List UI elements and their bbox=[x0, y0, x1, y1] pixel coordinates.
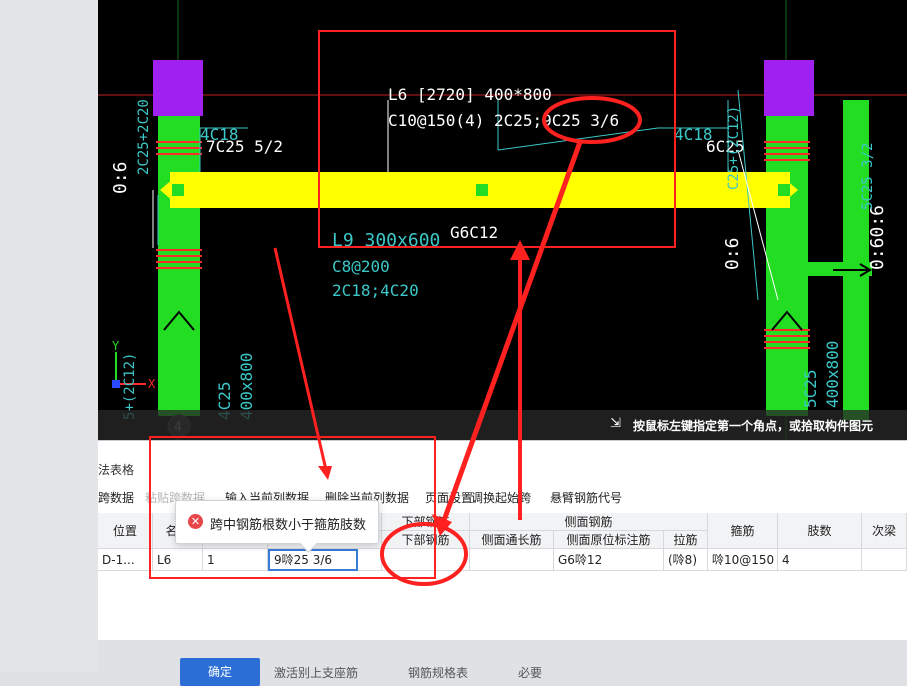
right-vert-label-b: 5C25 3/2 bbox=[860, 143, 876, 210]
footer-option[interactable]: 钢筋规格表 bbox=[408, 664, 468, 681]
col-header-side-orig: 侧面原位标注筋 bbox=[554, 531, 664, 549]
cell-position[interactable]: D-1... bbox=[98, 549, 153, 571]
col-header-side-long: 侧面通长筋 bbox=[470, 531, 554, 549]
column-cap-left bbox=[153, 60, 203, 116]
status-hint-bar: ⇲ 按鼠标左键指定第一个角点，或拾取构件图元 bbox=[98, 410, 907, 440]
cell-side-long[interactable] bbox=[470, 549, 554, 571]
corner-select-icon: ⇲ bbox=[610, 416, 621, 431]
col-header-bottom-rebar: 下部钢筋 bbox=[382, 531, 470, 549]
cell-bottom-rebar[interactable] bbox=[382, 549, 470, 571]
column-left bbox=[158, 116, 200, 416]
panel-title: 法表格 bbox=[98, 463, 135, 477]
col-header-tie: 拉筋 bbox=[664, 531, 708, 549]
col-header-position: 位置 bbox=[98, 513, 153, 549]
cad-viewport[interactable]: L6 [2720] 400*800 C10@150(4) 2C25;9C25 3… bbox=[98, 0, 907, 440]
cell-stirrup[interactable]: 唥10@150 bbox=[708, 549, 778, 571]
beam-label: L6 [2720] 400*800 bbox=[388, 85, 552, 104]
beam-lower-label: L9 300x600 bbox=[332, 230, 440, 251]
footer-option[interactable]: 必要 bbox=[518, 664, 542, 681]
panel-footer: 确定 激活别上支座筋 钢筋规格表 必要 bbox=[98, 640, 907, 686]
left-gutter bbox=[0, 0, 98, 672]
left-dim: 0:6 bbox=[110, 161, 131, 194]
cell-legs[interactable]: 4 bbox=[778, 549, 862, 571]
axis-x-label: X bbox=[148, 377, 156, 391]
cell-editing-input[interactable]: 9唥25 3/6 bbox=[268, 549, 358, 571]
cell-secondary[interactable] bbox=[862, 549, 907, 571]
c18c20-label: 2C18;4C20 bbox=[332, 281, 419, 300]
c8-label: C8@200 bbox=[332, 257, 390, 276]
error-icon: ✕ bbox=[188, 514, 203, 529]
cell-blank[interactable] bbox=[358, 549, 382, 571]
left-vert-label: 2C25+2C20 bbox=[136, 99, 152, 175]
toolbar-item[interactable]: 页面设置 bbox=[425, 489, 473, 506]
col-header-secondary: 次梁 bbox=[862, 513, 907, 549]
cell-name[interactable]: L6 bbox=[153, 549, 203, 571]
g-label: G6C12 bbox=[450, 223, 498, 242]
beam-rebar: C10@150(4) 2C25;9C25 3/6 bbox=[388, 111, 619, 130]
right-col-b: 400x800 bbox=[823, 341, 842, 408]
right-c18: 4C18 bbox=[674, 125, 713, 144]
toolbar-item[interactable]: 悬臂钢筋代号 bbox=[550, 489, 622, 506]
cad-drawing[interactable]: L6 [2720] 400*800 C10@150(4) 2C25;9C25 3… bbox=[98, 0, 907, 440]
col-header-bottom-group: 下部钢筋 bbox=[382, 513, 470, 531]
right-col-a: 5C25 bbox=[801, 369, 820, 408]
col-header-stirrup: 箍筋 bbox=[708, 513, 778, 549]
footer-option[interactable]: 激活别上支座筋 bbox=[274, 664, 358, 681]
axis-y-label: Y bbox=[112, 339, 120, 353]
col-header-side-group: 侧面钢筋 bbox=[470, 513, 708, 531]
toolbar-item[interactable]: 跨数据 bbox=[98, 489, 134, 506]
error-tooltip: ✕ 跨中钢筋根数小于箍筋肢数 bbox=[175, 500, 379, 553]
confirm-button[interactable]: 确定 bbox=[180, 658, 260, 686]
col-header-legs: 肢数 bbox=[778, 513, 862, 549]
left-c18: 4C18 bbox=[200, 125, 239, 144]
toolbar-item[interactable]: 调换起始跨 bbox=[471, 489, 531, 506]
cell-tie[interactable]: (唥8) bbox=[664, 549, 708, 571]
right-dim-2: 0:60:6 bbox=[867, 205, 888, 270]
column-cap-right bbox=[764, 60, 814, 116]
error-message: 跨中钢筋根数小于箍筋肢数 bbox=[210, 518, 367, 533]
right-dim: 0:6 bbox=[722, 237, 743, 270]
cell-span[interactable]: 1 bbox=[203, 549, 268, 571]
status-hint-text: 按鼠标左键指定第一个角点，或拾取构件图元 bbox=[632, 419, 873, 433]
right-vert-label: C25+(2C12) bbox=[726, 106, 742, 190]
cell-side-orig[interactable]: G6唥12 bbox=[554, 549, 664, 571]
